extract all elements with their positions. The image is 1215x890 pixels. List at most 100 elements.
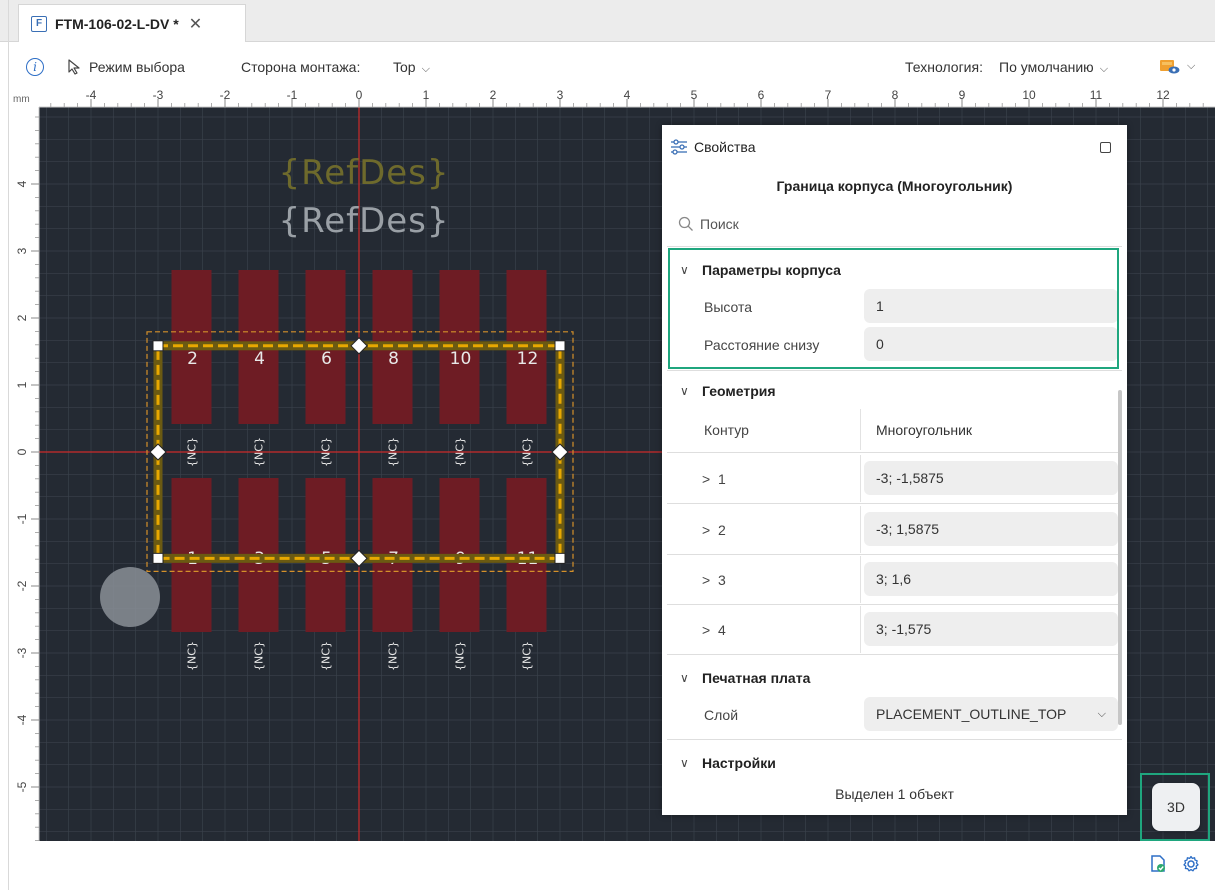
point-row-3[interactable]: > 3 — [702, 572, 726, 588]
ruler-y-label: -2 — [15, 580, 29, 591]
ruler-y-label: 0 — [15, 448, 29, 455]
divider — [667, 604, 1119, 605]
ruler-y-label: -1 — [15, 513, 29, 524]
ruler-x-label: 2 — [490, 88, 497, 102]
corner-handle — [152, 552, 164, 564]
column-divider — [860, 606, 861, 653]
ruler-x-label: -3 — [153, 88, 164, 102]
pin-net-label: {NC} — [454, 437, 467, 467]
gear-icon[interactable] — [1182, 855, 1200, 873]
technology-label: Технология: — [905, 59, 983, 75]
divider — [667, 370, 1122, 371]
chevron-right-icon: > — [702, 622, 718, 638]
chevron-down-icon: ∨ — [680, 384, 689, 398]
ruler-y-label: 3 — [15, 247, 29, 254]
ruler-x-label: 3 — [557, 88, 564, 102]
mount-side-select[interactable]: Top ⌵ — [393, 59, 430, 76]
selection-mode-label: Режим выбора — [89, 59, 185, 75]
tab-document[interactable]: F FTM-106-02-L-DV * ✕ — [18, 4, 246, 42]
pin-net-label: {NC} — [253, 437, 266, 467]
chevron-down-icon: ∨ — [680, 756, 689, 770]
status-bar-icons — [1148, 854, 1200, 874]
point-row-4[interactable]: > 4 — [702, 622, 726, 638]
column-divider — [860, 409, 861, 450]
ruler-x-label: 1 — [423, 88, 430, 102]
pin-net-label: {NC} — [253, 641, 266, 671]
point-value: 3; 1,6 — [876, 571, 912, 587]
corner-handle — [554, 340, 566, 352]
technology-value: По умолчанию — [999, 59, 1094, 75]
chevron-down-icon: ⌵ — [1097, 707, 1106, 720]
ruler-x-label: 0 — [356, 88, 363, 102]
layer-select[interactable]: PLACEMENT_OUTLINE_TOP ⌵ — [864, 697, 1118, 731]
properties-panel: Свойства Граница корпуса (Многоугольник)… — [662, 125, 1127, 815]
pin-net-label: {NC} — [387, 437, 400, 467]
info-icon[interactable]: i — [26, 58, 44, 76]
ruler-x-label: -2 — [220, 88, 231, 102]
section-title: Настройки — [702, 755, 776, 771]
divider — [667, 554, 1119, 555]
point-label: 3 — [717, 572, 726, 588]
check-document-icon[interactable] — [1148, 854, 1168, 874]
contour-value: Многоугольник — [876, 422, 973, 438]
pin-number: 10 — [450, 349, 472, 369]
panel-header: Свойства — [670, 139, 755, 155]
point-row-1[interactable]: > 1 — [702, 471, 726, 487]
toolbar: i Режим выбора Сторона монтажа: Top ⌵ Тех… — [9, 50, 1215, 86]
cursor-icon — [68, 59, 80, 75]
view-3d-button[interactable]: 3D — [1152, 783, 1200, 831]
pin-net-label: {NC} — [521, 641, 534, 671]
point-value: -3; -1,5875 — [876, 470, 944, 486]
point-label: 2 — [717, 522, 726, 538]
point-value-field[interactable]: -3; -1,5875 — [864, 461, 1118, 495]
tab-bar: F FTM-106-02-L-DV * ✕ — [0, 0, 1215, 42]
pin-number: 4 — [254, 349, 265, 369]
panel-scrollbar[interactable] — [1118, 390, 1122, 725]
search-field[interactable]: Поиск — [678, 216, 739, 232]
section-board[interactable]: ∨ Печатная плата — [680, 670, 810, 686]
ruler-x-label: 7 — [825, 88, 832, 102]
point-value-field[interactable]: 3; -1,575 — [864, 612, 1118, 646]
ruler-x-label: 11 — [1090, 88, 1103, 102]
maximize-icon[interactable] — [1100, 142, 1111, 153]
chevron-down-icon: ⌵ — [1187, 59, 1196, 72]
ruler-y-label: 4 — [15, 180, 29, 187]
highlight-body-params — [668, 248, 1119, 369]
ruler-y-label: 2 — [15, 314, 29, 321]
corner-handle — [554, 552, 566, 564]
point-value-field[interactable]: 3; 1,6 — [864, 562, 1118, 596]
section-settings[interactable]: ∨ Настройки — [680, 755, 776, 771]
app-window: F FTM-106-02-L-DV * ✕ i Режим выбора Сто… — [0, 0, 1215, 890]
panel-subtitle: Граница корпуса (Многоугольник) — [776, 178, 1013, 194]
layer-visibility-icon — [1160, 60, 1180, 74]
pin-net-label: {NC} — [186, 437, 199, 467]
pin-net-label: {NC} — [387, 641, 400, 671]
section-geometry[interactable]: ∨ Геометрия — [680, 383, 776, 399]
tab-close-icon[interactable]: ✕ — [189, 14, 202, 34]
layer-value: PLACEMENT_OUTLINE_TOP — [876, 706, 1067, 722]
divider — [667, 503, 1119, 504]
selection-mode-button[interactable]: Режим выбора — [67, 59, 185, 75]
divider — [667, 654, 1122, 655]
ruler-x-label: -4 — [86, 88, 97, 102]
tab-title: FTM-106-02-L-DV * — [55, 15, 179, 32]
pin-net-label: {NC} — [320, 437, 333, 467]
ruler-x-label: 4 — [624, 88, 631, 102]
view-options-button[interactable]: ⌵ — [1159, 57, 1195, 75]
mount-side-label: Сторона монтажа: — [241, 59, 361, 75]
refdes-label: {RefDes} — [278, 153, 449, 193]
corner-handle — [152, 340, 164, 352]
ruler-x-label: -1 — [287, 88, 298, 102]
search-placeholder: Поиск — [700, 216, 739, 232]
column-divider — [860, 506, 861, 553]
selection-status: Выделен 1 объект — [835, 786, 954, 802]
point-row-2[interactable]: > 2 — [702, 522, 726, 538]
footprint-file-icon: F — [31, 15, 47, 32]
pin-number: 12 — [517, 349, 539, 369]
point-label: 4 — [717, 622, 726, 638]
ruler-y-label: 1 — [15, 381, 29, 388]
point-value-field[interactable]: -3; 1,5875 — [864, 512, 1118, 546]
technology-select[interactable]: По умолчанию ⌵ — [999, 59, 1108, 76]
point-value: -3; 1,5875 — [876, 521, 940, 537]
touch-cursor — [100, 567, 160, 627]
